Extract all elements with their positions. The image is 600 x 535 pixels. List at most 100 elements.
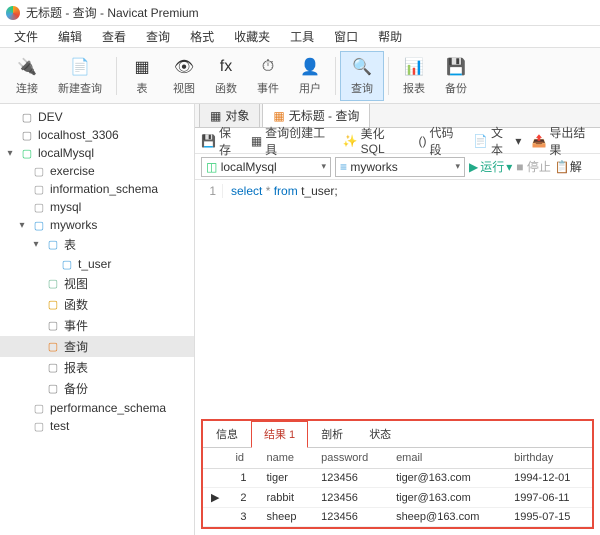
func-button[interactable]: fx函数 (205, 51, 247, 101)
menu-窗口[interactable]: 窗口 (324, 26, 368, 47)
cyl-icon: ▢ (31, 218, 47, 232)
fx-icon: ▢ (45, 298, 61, 312)
table-row[interactable]: 3sheep123456sheep@163.com1995-07-15 (203, 508, 592, 527)
window-title: 无标题 - 查询 - Navicat Premium (26, 4, 199, 21)
menu-查询[interactable]: 查询 (136, 26, 180, 47)
tree-报表[interactable]: ▢报表 (0, 357, 194, 378)
tree-事件[interactable]: ▢事件 (0, 315, 194, 336)
cyl-icon: ▢ (31, 164, 47, 178)
event-button[interactable]: ⏱事件 (247, 51, 289, 101)
beautify-button[interactable]: ✨ 美化 SQL (343, 125, 409, 156)
menu-查看[interactable]: 查看 (92, 26, 136, 47)
report-button[interactable]: 📊报表 (393, 51, 435, 101)
cyl-icon: ▢ (31, 200, 47, 214)
connection-tree[interactable]: ▢DEV▢localhost_3306▾▢localMysql▢exercise… (0, 104, 195, 535)
tree-myworks[interactable]: ▾▢myworks (0, 216, 194, 234)
query-button[interactable]: 🔍查询 (340, 51, 384, 101)
export-button[interactable]: 📤 导出结果 (531, 124, 594, 158)
func-icon: fx (215, 56, 237, 78)
menu-格式[interactable]: 格式 (180, 26, 224, 47)
tree-表[interactable]: ▾▢表 (0, 234, 194, 255)
tree-查询[interactable]: ▢查询 (0, 336, 194, 357)
menu-帮助[interactable]: 帮助 (368, 26, 412, 47)
main-toolbar: 🔌连接📄新建查询▦表👁视图fx函数⏱事件👤用户🔍查询📊报表💾备份 (0, 48, 600, 104)
results-panel: 信息结果 1剖析状态 idnamepasswordemailbirthday 1… (201, 419, 594, 529)
menu-编辑[interactable]: 编辑 (48, 26, 92, 47)
context-selectors: ◫ localMysql▾ ≡ myworks▾ ▶ 运行 ▾ ■ 停止 📋解 (195, 154, 600, 180)
menu-收藏夹[interactable]: 收藏夹 (224, 26, 280, 47)
tree-t_user[interactable]: ▢t_user (0, 255, 194, 273)
database-select[interactable]: ≡ myworks▾ (335, 157, 465, 177)
connect-icon: 🔌 (16, 56, 38, 78)
table-row[interactable]: ▶2rabbit123456tiger@163.com1997-06-11 (203, 488, 592, 508)
user-button[interactable]: 👤用户 (289, 51, 331, 101)
tree-performance_schema[interactable]: ▢performance_schema (0, 399, 194, 417)
db-icon: ◫ (206, 160, 217, 174)
twisty-icon[interactable]: ▾ (4, 148, 16, 159)
text-button[interactable]: 📄 文本 ▾ (473, 124, 521, 158)
tree-information_schema[interactable]: ▢information_schema (0, 180, 194, 198)
connect-button[interactable]: 🔌连接 (6, 51, 48, 101)
result-tab-3[interactable]: 状态 (356, 421, 404, 447)
table-icon: ▦ (131, 56, 153, 78)
col-password[interactable]: password (313, 448, 388, 469)
tree-备份[interactable]: ▢备份 (0, 378, 194, 399)
explain-button[interactable]: 📋解 (555, 158, 582, 175)
run-button[interactable]: ▶ 运行 ▾ (469, 158, 512, 175)
col-birthday[interactable]: birthday (506, 448, 592, 469)
tbl-icon: ▢ (59, 257, 75, 271)
view-icon: 👁 (173, 56, 195, 78)
db-icon: ▢ (19, 128, 35, 142)
tree-localhost_3306[interactable]: ▢localhost_3306 (0, 126, 194, 144)
row-pointer-icon: ▶ (203, 488, 227, 508)
db-icon: ▢ (19, 110, 35, 124)
tree-视图[interactable]: ▢视图 (0, 273, 194, 294)
newquery-button[interactable]: 📄新建查询 (48, 51, 112, 101)
titlebar: 无标题 - 查询 - Navicat Premium (0, 0, 600, 26)
snippet-button[interactable]: () 代码段 (418, 124, 463, 158)
grid-icon: ▦ (210, 109, 221, 123)
menu-文件[interactable]: 文件 (4, 26, 48, 47)
tree-test[interactable]: ▢test (0, 417, 194, 435)
menubar: 文件编辑查看查询格式收藏夹工具窗口帮助 (0, 26, 600, 48)
sql-code[interactable]: select * from t_user; (223, 184, 338, 198)
event-icon: ⏱ (257, 56, 279, 78)
row-pointer-icon (203, 469, 227, 488)
schema-icon: ≡ (340, 160, 347, 174)
app-logo-icon (6, 6, 20, 20)
table-button[interactable]: ▦表 (121, 51, 163, 101)
tbl-icon: ▢ (45, 238, 61, 252)
tree-函数[interactable]: ▢函数 (0, 294, 194, 315)
query-icon: ▦ (273, 109, 284, 123)
tree-mysql[interactable]: ▢mysql (0, 198, 194, 216)
result-tab-1[interactable]: 结果 1 (251, 421, 308, 448)
query-toolbar: 💾 保存 ▦ 查询创建工具 ✨ 美化 SQL () 代码段 📄 文本 ▾ 📤 导… (195, 128, 600, 154)
col-name[interactable]: name (259, 448, 314, 469)
connection-select[interactable]: ◫ localMysql▾ (201, 157, 331, 177)
col-id[interactable]: id (227, 448, 258, 469)
evt-icon: ▢ (45, 319, 61, 333)
newquery-icon: 📄 (69, 56, 91, 78)
save-button[interactable]: 💾 保存 (201, 124, 241, 158)
twisty-icon[interactable]: ▾ (16, 220, 28, 231)
builder-button[interactable]: ▦ 查询创建工具 (251, 124, 333, 158)
tree-DEV[interactable]: ▢DEV (0, 108, 194, 126)
sql-editor[interactable]: 1 select * from t_user; (195, 180, 600, 202)
stop-button[interactable]: ■ 停止 (516, 158, 551, 175)
query-icon: 🔍 (351, 56, 373, 78)
twisty-icon[interactable]: ▾ (30, 239, 42, 250)
menu-工具[interactable]: 工具 (280, 26, 324, 47)
result-tabs: 信息结果 1剖析状态 (203, 421, 592, 448)
backup-button[interactable]: 💾备份 (435, 51, 477, 101)
col-email[interactable]: email (388, 448, 506, 469)
row-pointer-icon (203, 508, 227, 527)
result-tab-2[interactable]: 剖析 (308, 421, 356, 447)
result-tab-0[interactable]: 信息 (203, 421, 251, 447)
rpt-icon: ▢ (45, 361, 61, 375)
tree-exercise[interactable]: ▢exercise (0, 162, 194, 180)
table-row[interactable]: 1tiger123456tiger@163.com1994-12-01 (203, 469, 592, 488)
bak-icon: ▢ (45, 382, 61, 396)
tree-localMysql[interactable]: ▾▢localMysql (0, 144, 194, 162)
result-grid[interactable]: idnamepasswordemailbirthday 1tiger123456… (203, 448, 592, 527)
view-button[interactable]: 👁视图 (163, 51, 205, 101)
